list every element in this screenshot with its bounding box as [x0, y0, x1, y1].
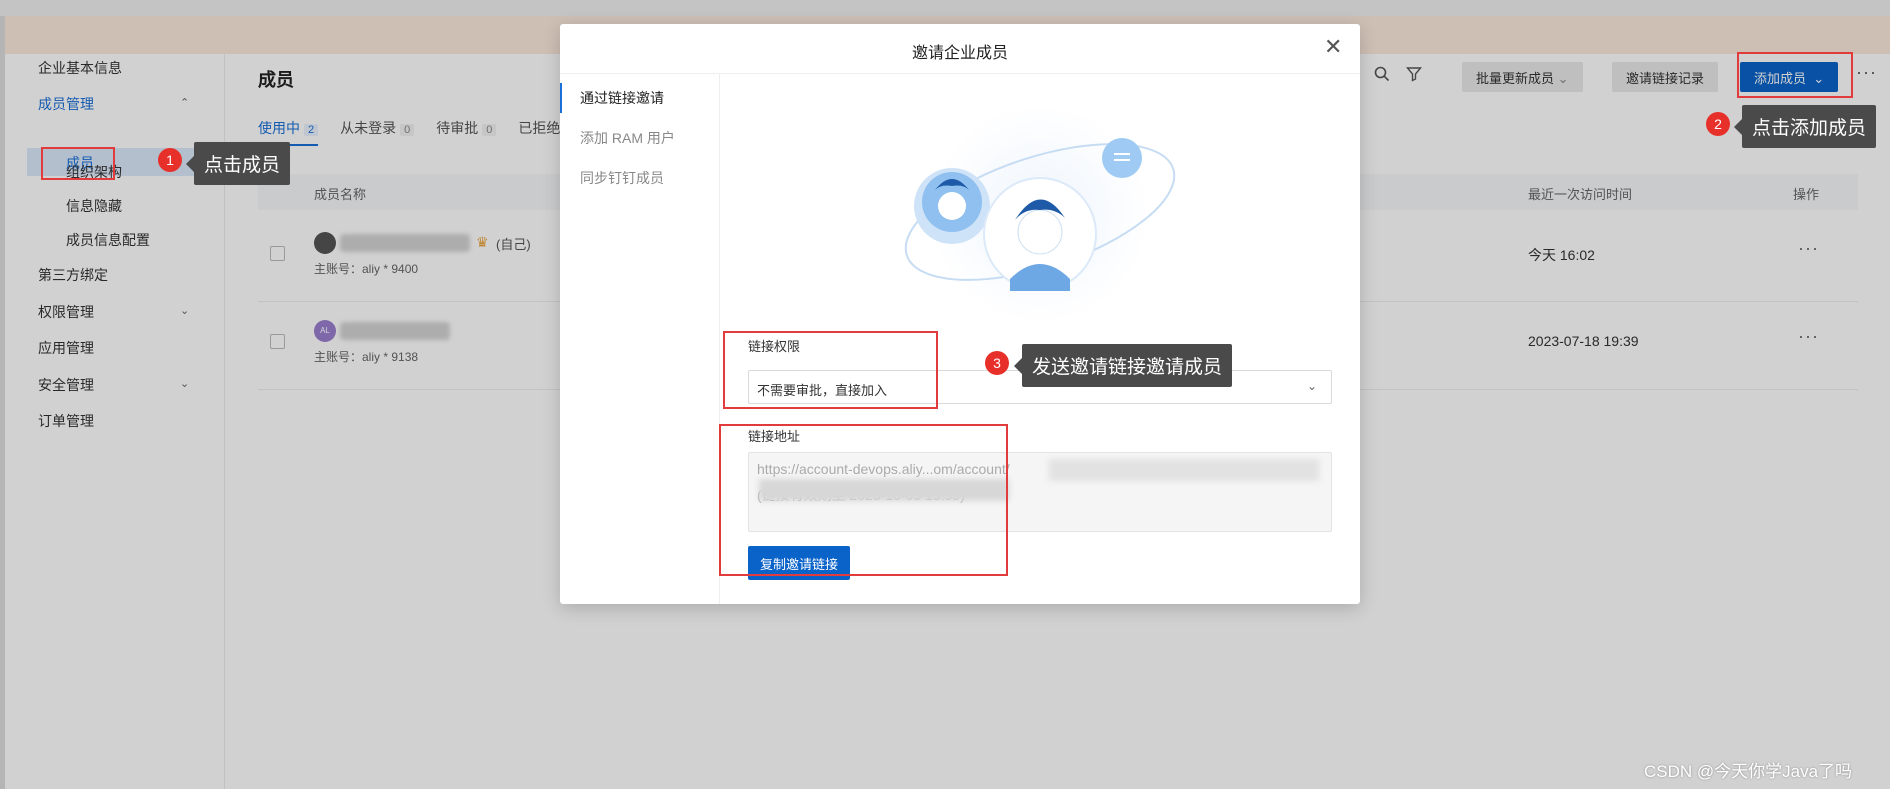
- step-tooltip-1: 点击成员: [185, 142, 291, 185]
- step-tooltip-3: 发送邀请链接邀请成员: [1013, 344, 1233, 387]
- invite-illustration: [904, 104, 1176, 324]
- nav-invite-by-link[interactable]: 通过链接邀请: [580, 88, 664, 108]
- highlight-members: [41, 147, 115, 180]
- modal-nav: 通过链接邀请 添加 RAM 用户 同步钉钉成员: [560, 74, 720, 604]
- redacted-link-part: [1049, 459, 1319, 481]
- modal-header: 邀请企业成员 ✕: [560, 24, 1360, 74]
- watermark: CSDN @今天你学Java了吗: [1644, 762, 1853, 781]
- step-badge-3: 3: [985, 351, 1009, 375]
- highlight-add-member: [1737, 52, 1853, 98]
- nav-add-ram-user[interactable]: 添加 RAM 用户: [580, 128, 675, 148]
- nav-active-indicator: [560, 83, 562, 113]
- highlight-permission: [723, 331, 938, 409]
- close-icon[interactable]: ✕: [1324, 36, 1342, 58]
- chevron-down-icon: ⌄: [1307, 379, 1318, 393]
- modal-title: 邀请企业成员: [911, 45, 1008, 62]
- nav-sync-dingtalk[interactable]: 同步钉钉成员: [580, 168, 664, 188]
- highlight-link: [719, 424, 1008, 576]
- step-tooltip-2: 点击添加成员: [1733, 105, 1877, 148]
- step-badge-2: 2: [1706, 112, 1730, 136]
- step-badge-1: 1: [158, 148, 182, 172]
